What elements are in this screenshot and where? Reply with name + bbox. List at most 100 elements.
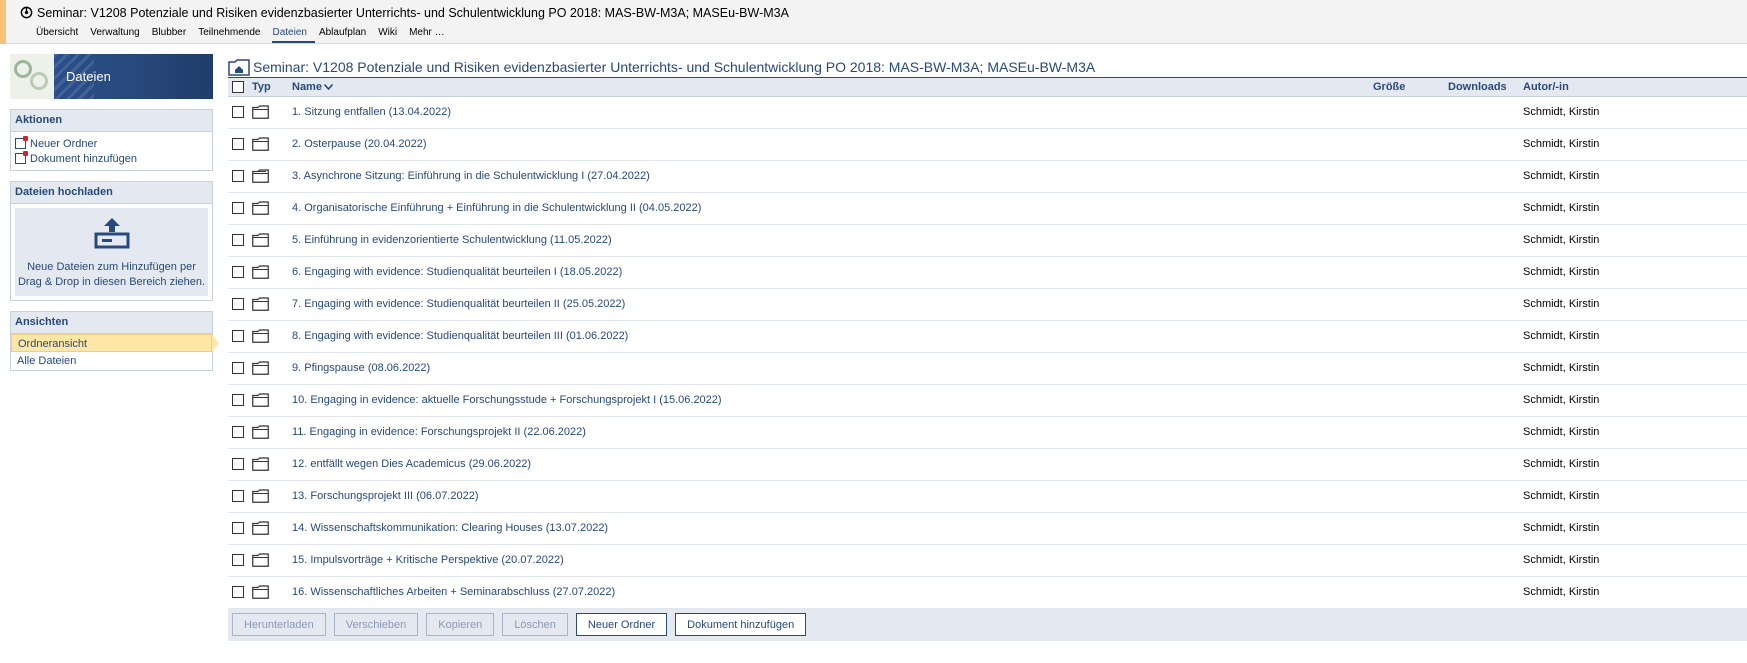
view-folder[interactable]: Ordneransicht (11, 334, 219, 352)
context-title: Seminar: V1208 Potenziale und Risiken ev… (20, 6, 789, 20)
row-checkbox[interactable] (232, 586, 244, 599)
folder-name-link[interactable]: 5. Einführung in evidenzorientierte Schu… (292, 234, 612, 246)
table-row[interactable]: 8. Engaging with evidence: Studienqualit… (228, 320, 1747, 353)
downloads-cell (1448, 544, 1523, 577)
tab-ablaufplan[interactable]: Ablaufplan (319, 27, 374, 43)
table-row[interactable]: 14. Wissenschaftskommunikation: Clearing… (228, 512, 1747, 545)
folder-icon (252, 521, 269, 535)
table-row[interactable]: 7. Engaging with evidence: Studienqualit… (228, 288, 1747, 321)
nav-tabs: Übersicht Verwaltung Blubber Teilnehmend… (36, 27, 457, 43)
row-checkbox[interactable] (232, 138, 244, 151)
folder-name-link[interactable]: 15. Impulsvorträge + Kritische Perspekti… (292, 554, 564, 566)
downloads-cell (1448, 224, 1523, 257)
table-row[interactable]: 4. Organisatorische Einführung + Einführ… (228, 192, 1747, 225)
folder-home-icon[interactable] (228, 58, 250, 76)
row-checkbox[interactable] (232, 202, 244, 215)
row-checkbox[interactable] (232, 266, 244, 279)
view-all-files[interactable]: Alle Dateien (11, 352, 212, 370)
sort-down-icon (323, 83, 333, 90)
tab-teilnehmende[interactable]: Teilnehmende (198, 27, 268, 43)
folder-full-icon (252, 169, 269, 183)
folder-name-link[interactable]: 9. Pfingspause (08.06.2022) (292, 362, 430, 374)
add-document-link[interactable]: Dokument hinzufügen (15, 151, 208, 166)
size-cell (1373, 224, 1448, 257)
folder-name-link[interactable]: 14. Wissenschaftskommunikation: Clearing… (292, 522, 608, 534)
select-all-checkbox[interactable] (232, 80, 244, 93)
downloads-cell (1448, 192, 1523, 225)
author-cell: Schmidt, Kirstin (1523, 320, 1747, 353)
table-row[interactable]: 15. Impulsvorträge + Kritische Perspekti… (228, 544, 1747, 577)
table-row[interactable]: 9. Pfingspause (08.06.2022) Schmidt, Kirs… (228, 352, 1747, 385)
tab-uebersicht[interactable]: Übersicht (36, 27, 86, 43)
actions-widget-title: Aktionen (11, 110, 212, 132)
row-checkbox[interactable] (232, 426, 244, 439)
size-cell (1373, 512, 1448, 545)
downloads-cell (1448, 352, 1523, 385)
folder-name-link[interactable]: 16. Wissenschaftliches Arbeiten + Semina… (292, 586, 615, 598)
folder-name-link[interactable]: 7. Engaging with evidence: Studienqualit… (292, 298, 625, 310)
table-row[interactable]: 6. Engaging with evidence: Studienqualit… (228, 256, 1747, 289)
downloads-cell (1448, 512, 1523, 545)
folder-name-link[interactable]: 8. Engaging with evidence: Studienqualit… (292, 330, 628, 342)
upload-dropzone[interactable]: Neue Dateien zum Hinzufügen per Drag & D… (15, 208, 208, 296)
row-checkbox[interactable] (232, 330, 244, 343)
author-cell: Schmidt, Kirstin (1523, 128, 1747, 161)
row-checkbox[interactable] (232, 490, 244, 503)
table-row[interactable]: 10. Engaging in evidence: aktuelle Forsc… (228, 384, 1747, 417)
folder-icon (252, 585, 269, 599)
row-checkbox[interactable] (232, 362, 244, 375)
author-cell: Schmidt, Kirstin (1523, 544, 1747, 577)
tab-wiki[interactable]: Wiki (378, 27, 405, 43)
author-cell: Schmidt, Kirstin (1523, 448, 1747, 481)
downloads-cell (1448, 128, 1523, 161)
size-cell (1373, 160, 1448, 193)
tab-blubber[interactable]: Blubber (152, 27, 194, 43)
folder-icon (252, 105, 269, 119)
bottom-action-bar: Herunterladen Verschieben Kopieren Lösch… (228, 608, 1747, 641)
new-folder-button[interactable]: Neuer Ordner (575, 613, 668, 636)
folder-name-link[interactable]: 1. Sitzung entfallen (13.04.2022) (292, 106, 451, 118)
tab-verwaltung[interactable]: Verwaltung (90, 27, 147, 43)
row-checkbox[interactable] (232, 554, 244, 567)
author-cell: Schmidt, Kirstin (1523, 288, 1747, 321)
folder-name-link[interactable]: 4. Organisatorische Einführung + Einführ… (292, 202, 701, 214)
delete-button[interactable]: Löschen (502, 613, 568, 636)
table-row[interactable]: 12. entfällt wegen Dies Academicus (29.0… (228, 448, 1747, 481)
move-button[interactable]: Verschieben (333, 613, 419, 636)
folder-name-link[interactable]: 10. Engaging in evidence: aktuelle Forsc… (292, 394, 722, 406)
row-checkbox[interactable] (232, 234, 244, 247)
folder-name-link[interactable]: 3. Asynchrone Sitzung: Einführung in die… (292, 170, 650, 182)
row-checkbox[interactable] (232, 106, 244, 119)
column-name[interactable]: Name (292, 78, 1373, 97)
row-checkbox[interactable] (232, 170, 244, 183)
row-checkbox[interactable] (232, 458, 244, 471)
table-row[interactable]: 1. Sitzung entfallen (13.04.2022) Schmidt… (228, 96, 1747, 129)
table-row[interactable]: 11. Engaging in evidence: Forschungsproj… (228, 416, 1747, 449)
size-cell (1373, 576, 1448, 609)
table-row[interactable]: 13. Forschungsprojekt III (06.07.2022) Sc… (228, 480, 1747, 513)
row-checkbox[interactable] (232, 394, 244, 407)
folder-name-link[interactable]: 2. Osterpause (20.04.2022) (292, 138, 427, 150)
table-row[interactable]: 5. Einführung in evidenzorientierte Schu… (228, 224, 1747, 257)
column-downloads[interactable]: Downloads (1448, 78, 1523, 97)
table-row[interactable]: 16. Wissenschaftliches Arbeiten + Semina… (228, 576, 1747, 609)
author-cell: Schmidt, Kirstin (1523, 256, 1747, 289)
column-type[interactable]: Typ (252, 78, 292, 97)
new-folder-link[interactable]: Neuer Ordner (15, 136, 208, 151)
table-row[interactable]: 2. Osterpause (20.04.2022) Schmidt, Kirst… (228, 128, 1747, 161)
row-checkbox[interactable] (232, 522, 244, 535)
row-checkbox[interactable] (232, 298, 244, 311)
add-document-button[interactable]: Dokument hinzufügen (675, 613, 807, 636)
download-button[interactable]: Herunterladen (232, 613, 326, 636)
column-size[interactable]: Größe (1373, 78, 1448, 97)
folder-name-link[interactable]: 12. entfällt wegen Dies Academicus (29.0… (292, 458, 531, 470)
author-cell: Schmidt, Kirstin (1523, 416, 1747, 449)
copy-button[interactable]: Kopieren (426, 613, 495, 636)
tab-mehr[interactable]: Mehr … (409, 27, 453, 43)
tab-dateien[interactable]: Dateien (272, 27, 315, 43)
folder-name-link[interactable]: 13. Forschungsprojekt III (06.07.2022) (292, 490, 479, 502)
folder-name-link[interactable]: 6. Engaging with evidence: Studienqualit… (292, 266, 622, 278)
column-author[interactable]: Autor/-in (1523, 78, 1747, 97)
table-row[interactable]: 3. Asynchrone Sitzung: Einführung in die… (228, 160, 1747, 193)
folder-name-link[interactable]: 11. Engaging in evidence: Forschungsproj… (292, 426, 586, 438)
